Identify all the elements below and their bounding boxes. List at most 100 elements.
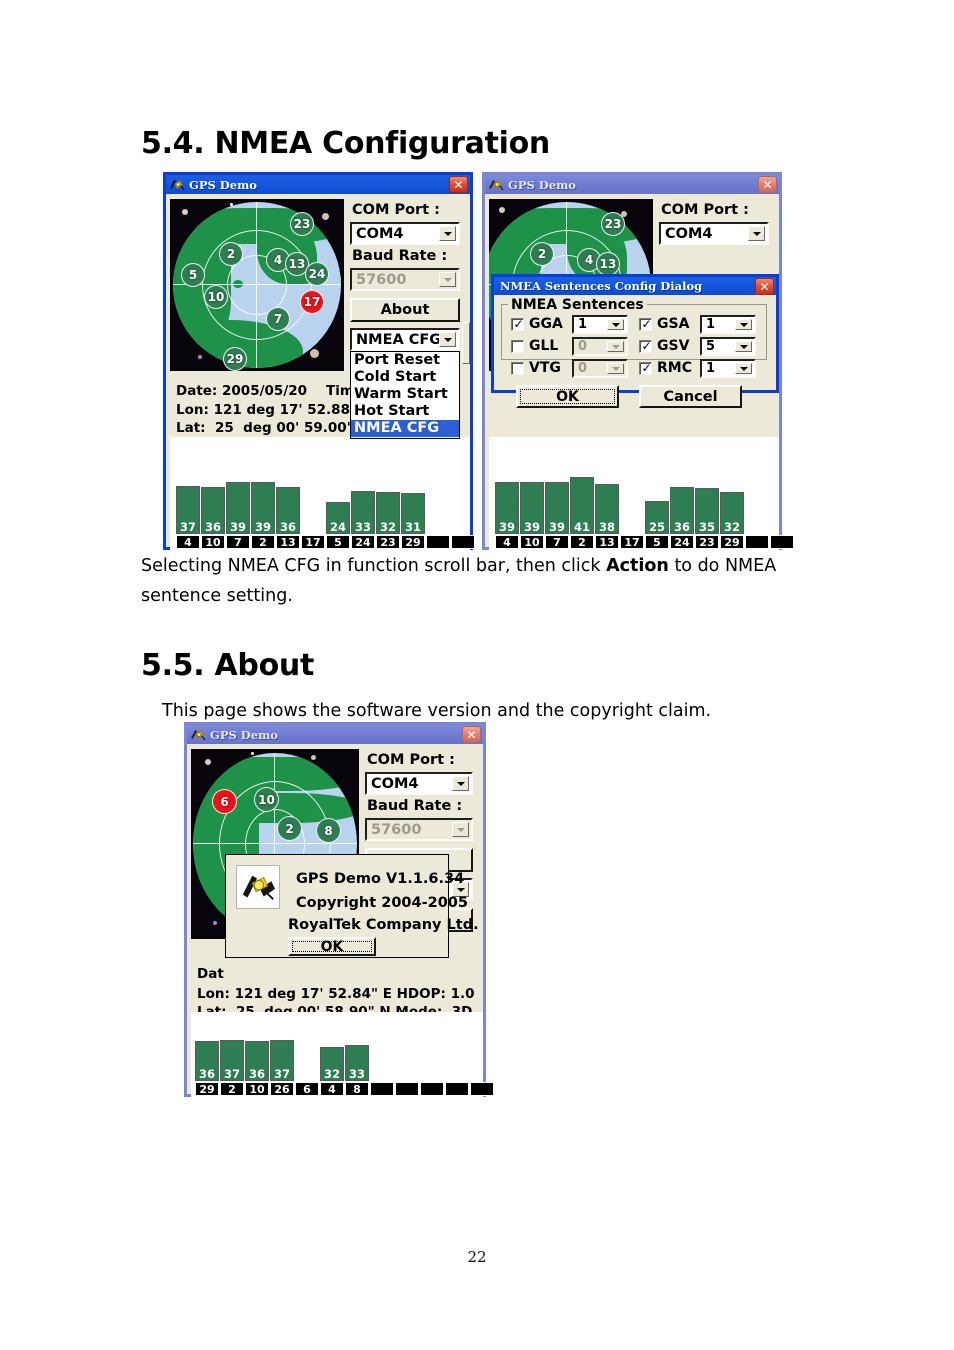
close-icon[interactable]: ✕ (755, 278, 774, 295)
satellite-id-box: 13 (595, 535, 619, 549)
page-number: 22 (467, 1248, 487, 1266)
chevron-down-icon[interactable] (439, 226, 456, 241)
chevron-down-icon[interactable] (439, 332, 456, 347)
satellite-marker[interactable]: 8 (316, 818, 341, 843)
satellite-marker[interactable]: 23 (601, 212, 625, 236)
about-copyright-line: Copyright 2004-2005 (296, 895, 468, 911)
bar-area: 37 4 36 10 39 7 39 2 36 13 17 24 5 33 24… (176, 463, 475, 549)
satellite-id: 13 (288, 257, 306, 271)
satellite-id: 24 (308, 267, 326, 281)
checkbox-gsa[interactable]: ✓ (639, 318, 652, 331)
dropdown-item-hot-start[interactable]: Hot Start (351, 403, 459, 420)
window-titlebar[interactable]: GPS Demo ✕ (187, 725, 483, 744)
satellite-id-box (470, 1082, 494, 1096)
dialog-titlebar[interactable]: NMEA Sentences Config Dialog ✕ (494, 277, 776, 295)
chevron-down-icon[interactable] (735, 363, 752, 374)
satellite-marker[interactable]: 2 (530, 242, 554, 266)
control-panel: COM Port : COM4 Baud Rate : 57600 About … (344, 194, 470, 439)
gps-demo-window-right[interactable]: GPS Demo ✕ 23 2 4 13 COM Port: COM4 NME… (482, 172, 794, 553)
chevron-down-icon[interactable] (735, 319, 752, 330)
rate-select-gsv[interactable]: 5 (700, 337, 756, 356)
com-port-select[interactable]: COM4 (350, 222, 460, 245)
chevron-down-icon[interactable] (607, 319, 624, 330)
window-titlebar[interactable]: GPS Demo ✕ (485, 175, 779, 194)
rate-select-vtg[interactable]: 0 (572, 359, 628, 378)
skyview-left[interactable]: 23 2 4 13 24 5 10 17 7 29 (170, 199, 344, 371)
rate-select-gsa[interactable]: 1 (700, 315, 756, 334)
com-port-select[interactable]: COM4 (659, 222, 769, 245)
cancel-button[interactable]: Cancel (639, 385, 742, 408)
signal-bar: 32 (320, 1047, 344, 1081)
satellite-id: 8 (324, 823, 333, 838)
gps-demo-window-left[interactable]: GPS Demo ✕ 23 2 4 13 24 5 10 17 7 29 COM… (163, 172, 475, 553)
rate-select-gga[interactable]: 1 (572, 315, 628, 334)
satellite-marker[interactable]: 6 (212, 789, 237, 814)
rate-select-rmc[interactable]: 1 (700, 359, 756, 378)
signal-value: 39 (254, 519, 271, 534)
about-ok-label: OK (320, 938, 344, 955)
rate-select-gll[interactable]: 0 (572, 337, 628, 356)
dropdown-item-cold-start[interactable]: Cold Start (351, 369, 459, 386)
satellite-id-box: 5 (326, 535, 350, 549)
satellite-marker[interactable]: 10 (254, 787, 279, 812)
about-ok-button[interactable]: OK (288, 937, 376, 956)
checkbox-gll[interactable] (511, 340, 524, 353)
bar-area: 36 29 37 2 36 10 37 26 6 32 4 33 8 (195, 1032, 494, 1096)
satellite-id-box: 2 (251, 535, 275, 549)
satellite-marker[interactable]: 2 (277, 816, 302, 841)
baud-rate-select[interactable]: 57600 (350, 268, 460, 291)
satellite-id-box: 6 (295, 1082, 319, 1096)
satellite-id: 29 (226, 352, 244, 366)
chevron-down-icon[interactable] (735, 341, 752, 352)
window-title: GPS Demo (189, 177, 257, 192)
dropdown-item-port-reset[interactable]: Port Reset (351, 352, 459, 369)
function-select[interactable]: NMEA CFG (350, 328, 460, 351)
dropdown-item-nmea-cfg[interactable]: NMEA CFG (351, 420, 459, 437)
checkbox-rmc[interactable]: ✓ (639, 362, 652, 375)
gps-demo-window-about[interactable]: GPS Demo ✕ 6 10 2 8 COM Port: COM4 Baud… (184, 722, 494, 1100)
satellite-marker[interactable]: 13 (596, 252, 620, 276)
panel-scrollbar[interactable] (462, 322, 470, 364)
ok-button[interactable]: OK (516, 385, 619, 408)
about-dialog[interactable]: GPS Demo V1.1.6.34 Copyright 2004-2005 R… (225, 854, 479, 958)
checkbox-vtg[interactable] (511, 362, 524, 375)
com-port-label: COM Port : (661, 202, 749, 218)
satellite-id-box: 8 (345, 1082, 369, 1096)
close-icon[interactable]: ✕ (449, 176, 468, 193)
satellite-marker[interactable]: 7 (266, 307, 290, 331)
checkbox-gga[interactable]: ✓ (511, 318, 524, 331)
label-gll: GLL (529, 338, 559, 354)
label-rmc: RMC (657, 360, 692, 376)
longitude-line: Lon: 121 deg 17' 52.88" (176, 402, 358, 418)
chevron-down-icon[interactable] (748, 226, 765, 241)
nmea-config-dialog[interactable]: NMEA Sentences Config Dialog ✕ NMEA Sent… (491, 274, 779, 408)
dialog-body: NMEA Sentences ✓ GGA 1 ✓ GSA 1 GLL 0 ✓ G… (494, 295, 776, 408)
signal-bar: 35 (695, 488, 719, 534)
satellite-marker[interactable]: 17 (300, 290, 324, 314)
satellite-id-box: 2 (570, 535, 594, 549)
satellite-id-box (770, 535, 794, 549)
satellite-marker[interactable]: 2 (219, 242, 243, 266)
baud-rate-select[interactable]: 57600 (365, 818, 473, 841)
satellite-id: 2 (226, 247, 236, 261)
function-dropdown-list[interactable]: Port Reset Cold Start Warm Start Hot Sta… (350, 351, 460, 439)
dropdown-item-warm-start[interactable]: Warm Start (351, 386, 459, 403)
satellite-id-box: 4 (495, 535, 519, 549)
com-port-select[interactable]: COM4 (365, 772, 473, 795)
checkbox-gsv[interactable]: ✓ (639, 340, 652, 353)
satellite-id: 7 (273, 312, 283, 326)
satellite-marker[interactable]: 29 (223, 347, 247, 371)
satellite-marker[interactable]: 5 (181, 263, 205, 287)
chevron-down-icon[interactable] (452, 776, 469, 791)
close-icon[interactable]: ✕ (758, 176, 777, 193)
about-button[interactable]: About (350, 298, 460, 322)
rate-value-gll: 0 (578, 339, 588, 354)
satellite-marker[interactable]: 24 (305, 262, 329, 286)
satellite-id: 2 (537, 247, 547, 261)
close-icon[interactable]: ✕ (462, 726, 481, 743)
window-titlebar[interactable]: GPS Demo ✕ (166, 175, 470, 194)
satellite-marker[interactable]: 10 (204, 285, 228, 309)
signal-bar: 33 (345, 1045, 369, 1081)
com-port-value: COM4 (371, 775, 419, 792)
satellite-marker[interactable]: 23 (290, 212, 314, 236)
